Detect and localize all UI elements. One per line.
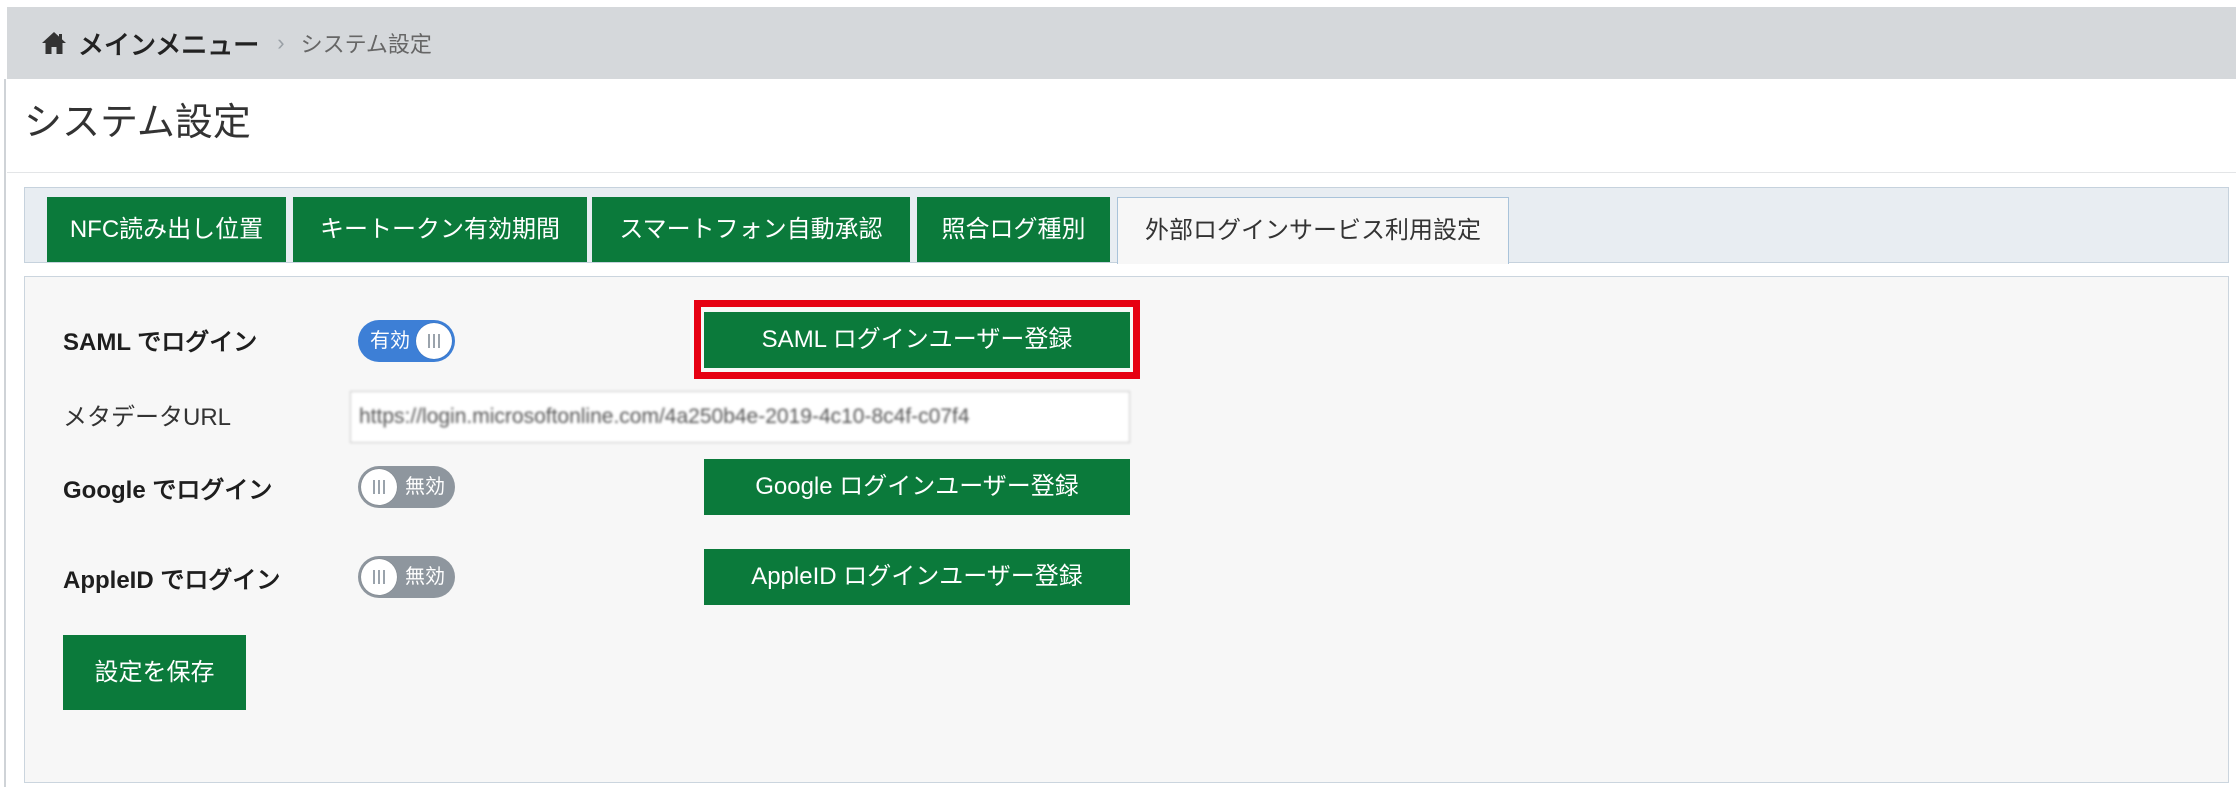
appleid-login-label: AppleID でログイン [63,567,281,594]
metadata-url-label: メタデータURL [63,404,232,431]
toggle-knob-icon [361,559,397,595]
tab-smartphone-auto-approval[interactable]: スマートフォン自動承認 [592,197,910,262]
saml-login-label: SAML でログイン [63,329,258,356]
google-login-toggle[interactable]: 無効 [358,466,455,508]
page-title: システム設定 [24,102,251,144]
saml-login-user-register-button[interactable]: SAML ログインユーザー登録 [704,312,1130,368]
tab-verification-log-type[interactable]: 照合ログ種別 [917,197,1110,262]
tab-key-token-validity[interactable]: キートークン有効期間 [293,197,587,262]
saml-login-toggle[interactable]: 有効 [358,320,455,362]
save-settings-button[interactable]: 設定を保存 [63,635,246,710]
google-login-user-register-button[interactable]: Google ログインユーザー登録 [704,459,1130,515]
appleid-toggle-text: 無効 [405,566,445,588]
system-settings-page: メインメニュー › システム設定 システム設定 NFC読み出し位置 キートークン… [0,0,2236,787]
breadcrumb: メインメニュー › システム設定 [7,7,2236,79]
page-left-border [4,79,6,787]
breadcrumb-separator-icon: › [277,30,285,55]
toggle-knob-icon [361,469,397,505]
tab-nfc-read-position[interactable]: NFC読み出し位置 [47,197,286,262]
appleid-login-toggle[interactable]: 無効 [358,556,455,598]
title-divider [7,172,2236,173]
google-toggle-text: 無効 [405,476,445,498]
breadcrumb-current: システム設定 [300,32,432,57]
tab-external-login-service[interactable]: 外部ログインサービス利用設定 [1117,197,1509,264]
appleid-login-user-register-button[interactable]: AppleID ログインユーザー登録 [704,549,1130,605]
breadcrumb-main-menu-link[interactable]: メインメニュー [78,25,259,62]
metadata-url-input[interactable] [350,391,1130,443]
toggle-knob-icon [416,323,452,359]
home-icon[interactable] [40,29,68,57]
saml-toggle-text: 有効 [370,330,410,352]
google-login-label: Google でログイン [63,477,273,504]
